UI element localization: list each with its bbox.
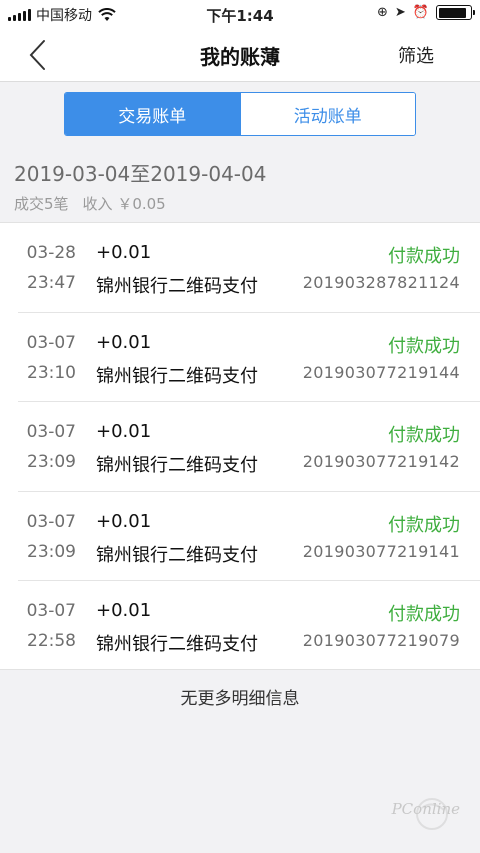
navigation-bar: 我的账薄 筛选 (0, 28, 480, 82)
transaction-time: 23:09 (27, 541, 76, 562)
status-bar: 中国移动 下午1:44 ⊕ ➤ ⏰ (0, 0, 480, 28)
transaction-order-number: 201903287821124 (302, 273, 460, 292)
transaction-status: 付款成功 (388, 514, 460, 536)
transaction-list: 03-28 23:47 +0.01 锦州银行二维码支付 付款成功 2019032… (0, 222, 480, 670)
transaction-order-number: 201903077219142 (302, 452, 460, 472)
no-more-details-text: 无更多明细信息 (180, 689, 300, 709)
transaction-row[interactable]: 03-28 23:47 +0.01 锦州银行二维码支付 付款成功 2019032… (0, 223, 480, 313)
battery-icon (436, 5, 475, 20)
rotation-lock-icon: ⊕ (377, 5, 388, 20)
transaction-date: 03-07 (26, 511, 76, 532)
transaction-date: 03-28 (26, 243, 76, 263)
transaction-order-number: 201903077219141 (302, 541, 460, 561)
transaction-amount: +0.01 (96, 242, 152, 263)
transaction-merchant: 锦州银行二维码支付 (96, 544, 258, 566)
transaction-row[interactable]: 03-07 23:10 +0.01 锦州银行二维码支付 付款成功 2019030… (0, 313, 480, 403)
watermark-text: PConline (391, 800, 460, 818)
battery-level-fill (438, 7, 467, 18)
summary: 2019-03-04至2019-04-04 成交5笔 收入 ￥0.05 (14, 158, 266, 214)
transaction-row[interactable]: 03-07 23:09 +0.01 锦州银行二维码支付 付款成功 2019030… (0, 402, 480, 492)
transaction-time: 23:47 (27, 273, 76, 293)
transaction-merchant: 锦州银行二维码支付 (96, 276, 258, 297)
transaction-row[interactable]: 03-07 23:09 +0.01 锦州银行二维码支付 付款成功 2019030… (0, 492, 480, 582)
tab-activity-bill[interactable]: 活动账单 (239, 93, 415, 135)
transaction-date: 03-07 (26, 422, 76, 443)
status-bar-right: ⊕ ➤ ⏰ (377, 5, 475, 20)
transaction-row[interactable]: 03-07 22:58 +0.01 锦州银行二维码支付 付款成功 2019030… (0, 581, 480, 671)
transaction-time: 23:10 (27, 362, 76, 383)
transaction-amount: +0.01 (96, 421, 152, 443)
date-range: 2019-03-04至2019-04-04 (14, 162, 267, 186)
transaction-status: 付款成功 (388, 425, 460, 447)
tab-bar-area: 交易账单 活动账单 (0, 83, 480, 143)
transaction-status: 付款成功 (388, 604, 460, 626)
transaction-status: 付款成功 (388, 335, 460, 357)
transaction-date: 03-07 (26, 332, 76, 353)
transaction-count: 成交5笔 (14, 195, 69, 213)
transaction-date: 03-07 (26, 601, 76, 622)
tab-transaction-bill[interactable]: 交易账单 (65, 93, 240, 135)
transaction-merchant: 锦州银行二维码支付 (96, 365, 258, 387)
transaction-amount: +0.01 (96, 600, 152, 622)
transaction-amount: +0.01 (96, 510, 152, 532)
income-total: 收入 ￥0.05 (82, 195, 166, 213)
transaction-time: 22:58 (27, 631, 76, 652)
segmented-control: 交易账单 活动账单 (64, 92, 416, 136)
transaction-order-number: 201903077219079 (302, 631, 460, 651)
summary-stats: 成交5笔 收入 ￥0.05 (14, 193, 266, 214)
transaction-time: 23:09 (27, 452, 76, 473)
location-icon: ➤ (394, 5, 406, 20)
transaction-status: 付款成功 (388, 246, 460, 267)
transaction-amount: +0.01 (96, 331, 152, 353)
transaction-order-number: 201903077219144 (302, 362, 460, 382)
filter-button[interactable]: 筛选 (398, 42, 434, 68)
alarm-icon: ⏰ (412, 5, 429, 20)
transaction-merchant: 锦州银行二维码支付 (96, 634, 258, 656)
transaction-merchant: 锦州银行二维码支付 (96, 455, 258, 477)
